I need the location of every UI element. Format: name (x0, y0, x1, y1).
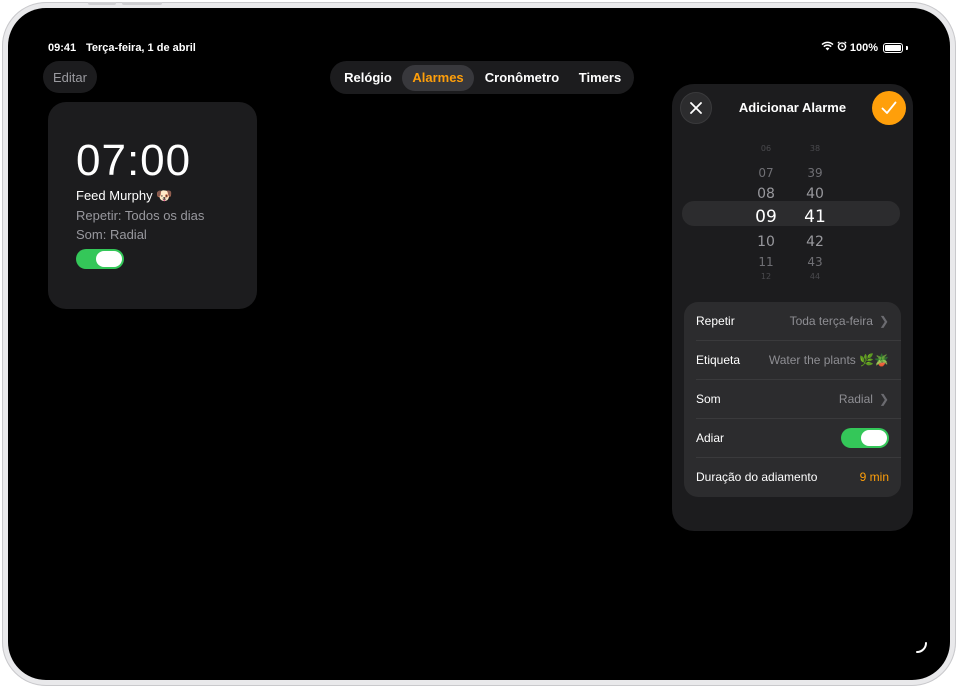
chevron-right-icon: ❯ (878, 392, 889, 406)
ipad-frame: 09:41 Terça-feira, 1 de abril 100% Edita… (2, 2, 956, 686)
label-value: Water the plants 🌿🪴 (768, 353, 889, 367)
hour-option[interactable]: 07 (746, 166, 786, 180)
label-label: Etiqueta (696, 353, 741, 367)
tab-alarms[interactable]: Alarmes (402, 64, 474, 91)
minute-option[interactable]: 42 (795, 234, 835, 250)
hour-option[interactable]: 10 (746, 234, 786, 250)
minute-option[interactable]: 44 (795, 272, 835, 281)
checkmark-icon (881, 101, 897, 114)
sound-value: Radial (838, 392, 873, 406)
repeat-row[interactable]: Repetir Toda terça-feira ❯ (696, 302, 889, 340)
tab-timers[interactable]: Timers (570, 65, 630, 91)
hour-option[interactable]: 12 (746, 272, 786, 281)
snooze-duration-label: Duração do adiamento (696, 470, 818, 484)
snooze-duration-row[interactable]: Duração do adiamento 9 min (696, 458, 889, 496)
alarm-settings-list: Repetir Toda terça-feira ❯ Etiqueta Water… (684, 302, 901, 497)
hour-option[interactable]: 08 (746, 186, 786, 202)
battery-icon (883, 42, 903, 53)
tab-clock[interactable]: Relógio (334, 65, 402, 91)
picker-selection-band (682, 201, 900, 226)
alarm-repeat: Repetir: Todos os dias (76, 208, 205, 223)
chevron-right-icon: ❯ (878, 314, 889, 328)
sound-label: Som (696, 392, 721, 406)
repeat-value: Toda terça-feira (789, 314, 873, 328)
toggle-knob (861, 430, 887, 446)
minute-selected[interactable]: 41 (795, 207, 835, 227)
alarm-label: Feed Murphy 🐶 (76, 188, 173, 203)
status-time: 09:41 (48, 42, 77, 54)
sound-row[interactable]: Som Radial ❯ (696, 380, 889, 418)
confirm-button[interactable] (872, 91, 906, 125)
hour-option[interactable]: 06 (746, 144, 786, 153)
alarm-time: 07:00 (76, 136, 192, 185)
screen: 09:41 Terça-feira, 1 de abril 100% Edita… (8, 8, 950, 680)
time-picker[interactable]: 06 07 08 09 10 11 12 38 39 40 41 42 43 4… (682, 144, 902, 284)
minute-option[interactable]: 40 (795, 186, 835, 202)
repeat-label: Repetir (696, 314, 735, 328)
snooze-duration-value: 9 min (859, 470, 889, 484)
hour-selected[interactable]: 09 (746, 207, 786, 227)
tab-stopwatch[interactable]: Cronômetro (474, 65, 570, 91)
battery-percent: 100% (849, 41, 878, 54)
alarm-card[interactable]: 07:00 Feed Murphy 🐶 Repetir: Todos os di… (48, 102, 257, 309)
hour-option[interactable]: 11 (746, 255, 786, 269)
alarm-clock-icon (837, 41, 847, 54)
minute-option[interactable]: 38 (795, 144, 835, 153)
snooze-toggle[interactable] (841, 428, 889, 448)
battery-tip-icon (906, 45, 908, 50)
toggle-knob (96, 251, 122, 267)
status-indicators: 100% (821, 41, 908, 54)
wifi-icon (821, 41, 834, 54)
tab-bar: Relógio Alarmes Cronômetro Timers (330, 61, 634, 94)
resize-grabber-icon[interactable] (916, 642, 928, 654)
label-row[interactable]: Etiqueta Water the plants 🌿🪴 (696, 341, 889, 379)
add-alarm-panel: Adicionar Alarme 06 07 08 09 10 11 12 38… (672, 84, 913, 531)
minute-option[interactable]: 43 (795, 255, 835, 269)
snooze-label: Adiar (696, 431, 725, 445)
top-button (122, 2, 162, 5)
status-date: Terça-feira, 1 de abril (86, 42, 196, 54)
alarm-enabled-toggle[interactable] (76, 249, 124, 269)
minute-option[interactable]: 39 (795, 166, 835, 180)
volume-button (88, 2, 116, 5)
snooze-row: Adiar (696, 419, 889, 457)
alarm-sound: Som: Radial (76, 227, 147, 242)
edit-button[interactable]: Editar (43, 61, 97, 93)
